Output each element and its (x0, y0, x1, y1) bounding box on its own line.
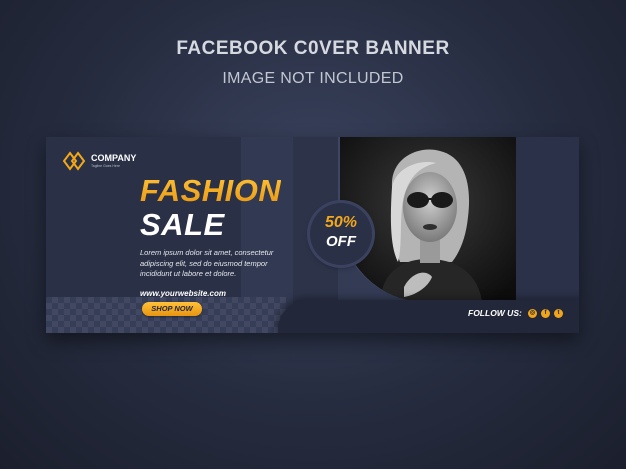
follow-us-label: FOLLOW US: (468, 308, 522, 318)
company-tagline: Tagline Goes Here (91, 164, 120, 168)
website-link[interactable]: www.yourwebsite.com (140, 289, 226, 298)
headline-fashion: FASHION (140, 173, 282, 208)
diamond-logo-icon (62, 151, 88, 176)
cover-banner: COMPANY Tagline Goes Here FASHION SALE L… (46, 137, 579, 333)
page-title: FACEBOOK C0VER BANNER (176, 38, 450, 59)
headline-sale: SALE (140, 207, 225, 242)
instagram-icon[interactable]: ◎ (528, 309, 537, 318)
facebook-icon[interactable]: f (541, 309, 550, 318)
body-copy: Lorem ipsum dolor sit amet, consectetur … (140, 248, 274, 278)
discount-badge: 50% OFF (310, 203, 372, 265)
company-name: COMPANY (91, 153, 137, 163)
shop-now-button[interactable]: SHOP NOW (142, 302, 202, 316)
discount-off-label: OFF (326, 233, 356, 250)
page-subtitle: IMAGE NOT INCLUDED (222, 70, 404, 87)
discount-percent: 50% (324, 214, 358, 231)
twitter-icon[interactable]: t (554, 309, 563, 318)
